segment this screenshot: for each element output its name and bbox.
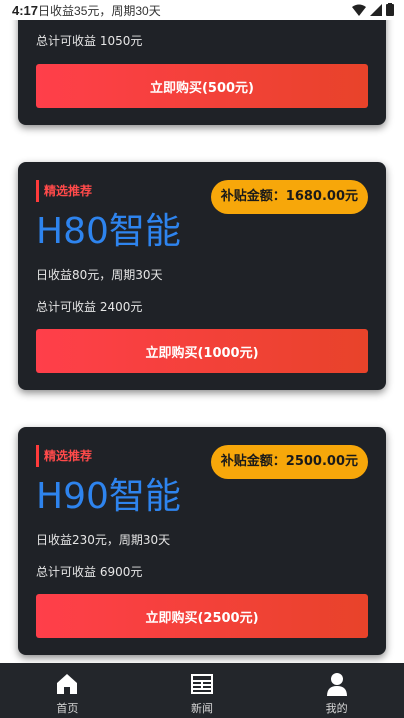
total-earnings-text: 总计可收益 1050元 (36, 34, 143, 48)
product-card: 精选推荐 补贴金额：1680.00元 H80智能 日收益80元，周期30天 总计… (18, 162, 386, 390)
daily-earnings-text: 日收益230元，周期30天 (36, 533, 171, 547)
featured-tag: 精选推荐 (36, 180, 92, 202)
signal-icon (370, 3, 382, 16)
total-earnings-text: 总计可收益 6900元 (36, 565, 143, 579)
clock: 4:17 (12, 3, 39, 18)
product-name: H90智能 (36, 476, 181, 517)
user-icon (326, 673, 347, 696)
wifi-icon (352, 4, 366, 16)
total-earnings-text: 总计可收益 2400元 (36, 300, 143, 314)
status-icons (352, 3, 394, 16)
buy-button[interactable]: 立即购买(2500元) (36, 594, 368, 638)
nav-item-home[interactable]: 首页 (0, 663, 135, 718)
news-icon (191, 674, 213, 694)
nav-label: 新闻 (191, 702, 213, 715)
status-bar: 4:17日收益35元，周期30天 (0, 0, 404, 20)
bottom-nav: 首页 新闻 我的 (0, 663, 404, 718)
subsidy-badge: 补贴金额：1680.00元 (210, 180, 368, 214)
nav-label: 首页 (56, 702, 79, 715)
product-card: 精选推荐 补贴金额：2500.00元 H90智能 日收益230元，周期30天 总… (18, 427, 386, 655)
product-list: 总计可收益 1050元 立即购买(500元) 精选推荐 补贴金额：1680.00… (0, 0, 404, 663)
notification-text: 日收益35元，周期30天 (38, 4, 161, 18)
product-name: H80智能 (36, 211, 181, 252)
featured-tag: 精选推荐 (36, 445, 92, 467)
nav-label: 我的 (325, 702, 348, 715)
nav-item-profile[interactable]: 我的 (269, 663, 404, 718)
buy-button[interactable]: 立即购买(500元) (36, 64, 368, 108)
nav-item-news[interactable]: 新闻 (135, 663, 270, 718)
daily-earnings-text: 日收益80元，周期30天 (36, 268, 163, 282)
battery-icon (386, 3, 394, 16)
status-time: 4:17日收益35元，周期30天 (12, 2, 161, 19)
subsidy-badge: 补贴金额：2500.00元 (210, 445, 368, 479)
buy-button[interactable]: 立即购买(1000元) (36, 329, 368, 373)
home-icon (57, 674, 78, 694)
